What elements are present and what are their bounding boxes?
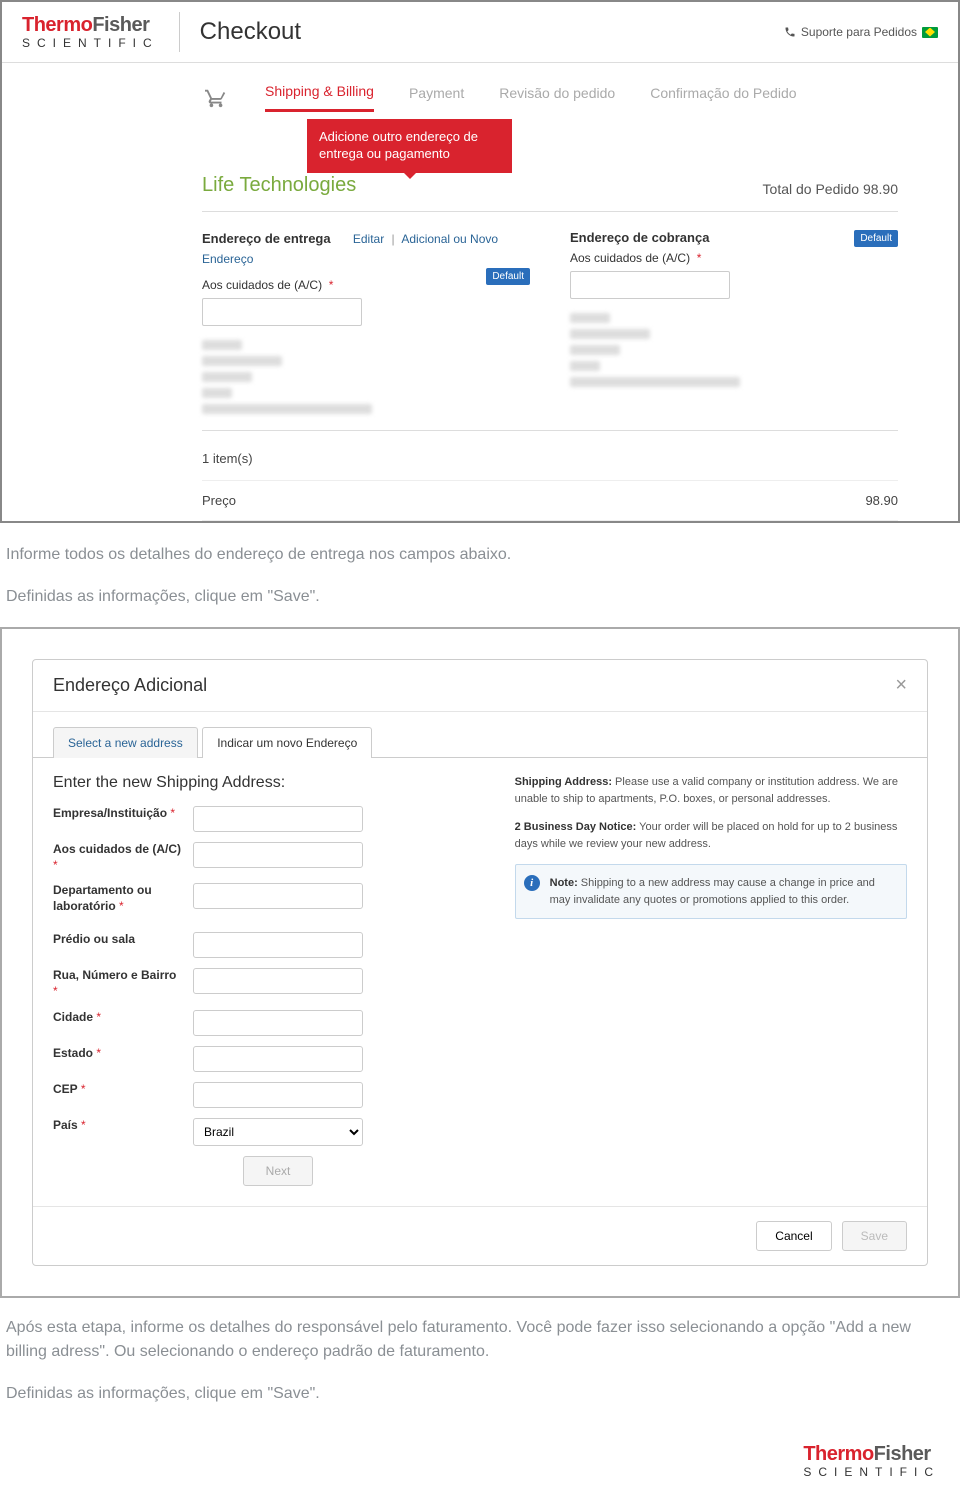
input-predio[interactable] <box>193 932 363 958</box>
shipping-address-block: Endereço de entrega Editar | Adicional o… <box>202 230 530 420</box>
input-departamento[interactable] <box>193 883 363 909</box>
redacted-billing-address <box>570 313 898 387</box>
instruction-text-2a: Após esta etapa, informe os detalhes do … <box>6 1316 954 1364</box>
close-icon[interactable]: × <box>895 674 907 697</box>
additional-address-modal: Endereço Adicional × Select a new addres… <box>32 659 928 1266</box>
label-cuidados: Aos cuidados de (A/C) * <box>53 842 183 873</box>
shipping-care-of-input[interactable] <box>202 298 362 326</box>
progress-steps: Shipping & Billing Payment Revisão do pe… <box>2 63 958 124</box>
next-button[interactable]: Next <box>243 1156 314 1186</box>
billing-default-badge[interactable]: Default <box>854 230 898 247</box>
note-text: Shipping to a new address may cause a ch… <box>550 877 875 906</box>
logo-text-scientific: SCIENTIFIC <box>22 37 159 49</box>
shipping-default-badge[interactable]: Default <box>486 268 530 285</box>
step-confirmation[interactable]: Confirmação do Pedido <box>650 85 796 111</box>
note-box: i Note: Shipping to a new address may ca… <box>515 864 907 919</box>
cart-icon <box>202 87 230 109</box>
instruction-text-1b: Definidas as informações, clique em "Sav… <box>6 585 954 609</box>
footer-logo-fisher: Fisher <box>874 1443 931 1465</box>
input-cep[interactable] <box>193 1082 363 1108</box>
callout-tooltip: Adicione outro endereço de entrega ou pa… <box>307 119 512 173</box>
instruction-text-1a: Informe todos os detalhes do endereço de… <box>6 543 954 567</box>
header-bar: ThermoFisher SCIENTIFIC Checkout Suporte… <box>2 2 958 63</box>
redacted-shipping-address <box>202 340 530 414</box>
checkout-screenshot-frame: ThermoFisher SCIENTIFIC Checkout Suporte… <box>0 0 960 523</box>
support-link[interactable]: Suporte para Pedidos <box>784 25 938 39</box>
modal-title: Endereço Adicional <box>53 675 207 696</box>
brazil-flag-icon <box>922 27 938 38</box>
info-icon: i <box>524 875 540 891</box>
label-cep: CEP * <box>53 1082 183 1098</box>
instruction-text-2b: Definidas as informações, clique em "Sav… <box>6 1382 954 1406</box>
price-row: Preço 98.90 <box>202 487 898 514</box>
price-value: 98.90 <box>865 493 898 508</box>
support-label: Suporte para Pedidos <box>801 25 917 39</box>
page-title: Checkout <box>200 18 301 46</box>
input-empresa[interactable] <box>193 806 363 832</box>
brand-section-title: Life Technologies <box>202 174 356 197</box>
form-title: Enter the new Shipping Address: <box>53 774 485 792</box>
step-review[interactable]: Revisão do pedido <box>499 85 615 111</box>
shipping-address-title: Endereço de entrega <box>202 231 331 246</box>
logo-text-fisher: Fisher <box>92 14 149 36</box>
endereco-link[interactable]: Endereço <box>202 252 530 266</box>
logo-text-thermo: Thermo <box>22 14 92 36</box>
order-total: Total do Pedido 98.90 <box>763 181 898 197</box>
tab-new-address[interactable]: Indicar um novo Endereço <box>202 727 372 758</box>
input-cuidados[interactable] <box>193 842 363 868</box>
phone-icon <box>784 26 796 38</box>
info-notice-bold: 2 Business Day Notice: <box>515 821 637 833</box>
billing-address-block: Endereço de cobrança Aos cuidados de (A/… <box>570 230 898 420</box>
input-estado[interactable] <box>193 1046 363 1072</box>
label-departamento: Departamento ou laboratório * <box>53 883 183 914</box>
billing-address-title: Endereço de cobrança <box>570 230 898 245</box>
divider <box>179 12 180 52</box>
select-pais[interactable]: Brazil <box>193 1118 363 1146</box>
label-rua: Rua, Número e Bairro * <box>53 968 183 999</box>
brand-logo: ThermoFisher SCIENTIFIC <box>22 15 159 49</box>
input-cidade[interactable] <box>193 1010 363 1036</box>
edit-address-link[interactable]: Editar <box>353 232 384 246</box>
label-estado: Estado * <box>53 1046 183 1062</box>
save-button[interactable]: Save <box>842 1221 907 1251</box>
label-cidade: Cidade * <box>53 1010 183 1026</box>
billing-care-of-input[interactable] <box>570 271 730 299</box>
footer-logo: ThermoFisher SCIENTIFIC <box>0 1424 960 1488</box>
label-predio: Prédio ou sala <box>53 932 183 948</box>
note-bold: Note: <box>550 877 578 889</box>
input-rua[interactable] <box>193 968 363 994</box>
billing-care-of-label: Aos cuidados de (A/C) * <box>570 251 898 265</box>
shipping-care-of-label: Aos cuidados de (A/C) * <box>202 278 530 292</box>
label-pais: País * <box>53 1118 183 1134</box>
tab-select-address[interactable]: Select a new address <box>53 727 198 758</box>
info-shipping-bold: Shipping Address: <box>515 776 612 788</box>
footer-logo-scientific: SCIENTIFIC <box>803 1466 940 1478</box>
step-shipping-billing[interactable]: Shipping & Billing <box>265 83 374 112</box>
address-form: Enter the new Shipping Address: Empresa/… <box>53 774 485 1186</box>
price-label: Preço <box>202 493 236 508</box>
info-panel: Shipping Address: Please use a valid com… <box>515 774 907 1186</box>
step-payment[interactable]: Payment <box>409 85 464 111</box>
label-empresa: Empresa/Instituição * <box>53 806 183 822</box>
modal-screenshot-frame: Endereço Adicional × Select a new addres… <box>0 627 960 1298</box>
add-new-address-link[interactable]: Adicional ou Novo <box>401 232 498 246</box>
footer-logo-thermo: Thermo <box>803 1443 873 1465</box>
item-count-label: 1 item(s) <box>202 451 253 466</box>
item-count-row: 1 item(s) <box>202 445 898 472</box>
cancel-button[interactable]: Cancel <box>756 1221 831 1251</box>
